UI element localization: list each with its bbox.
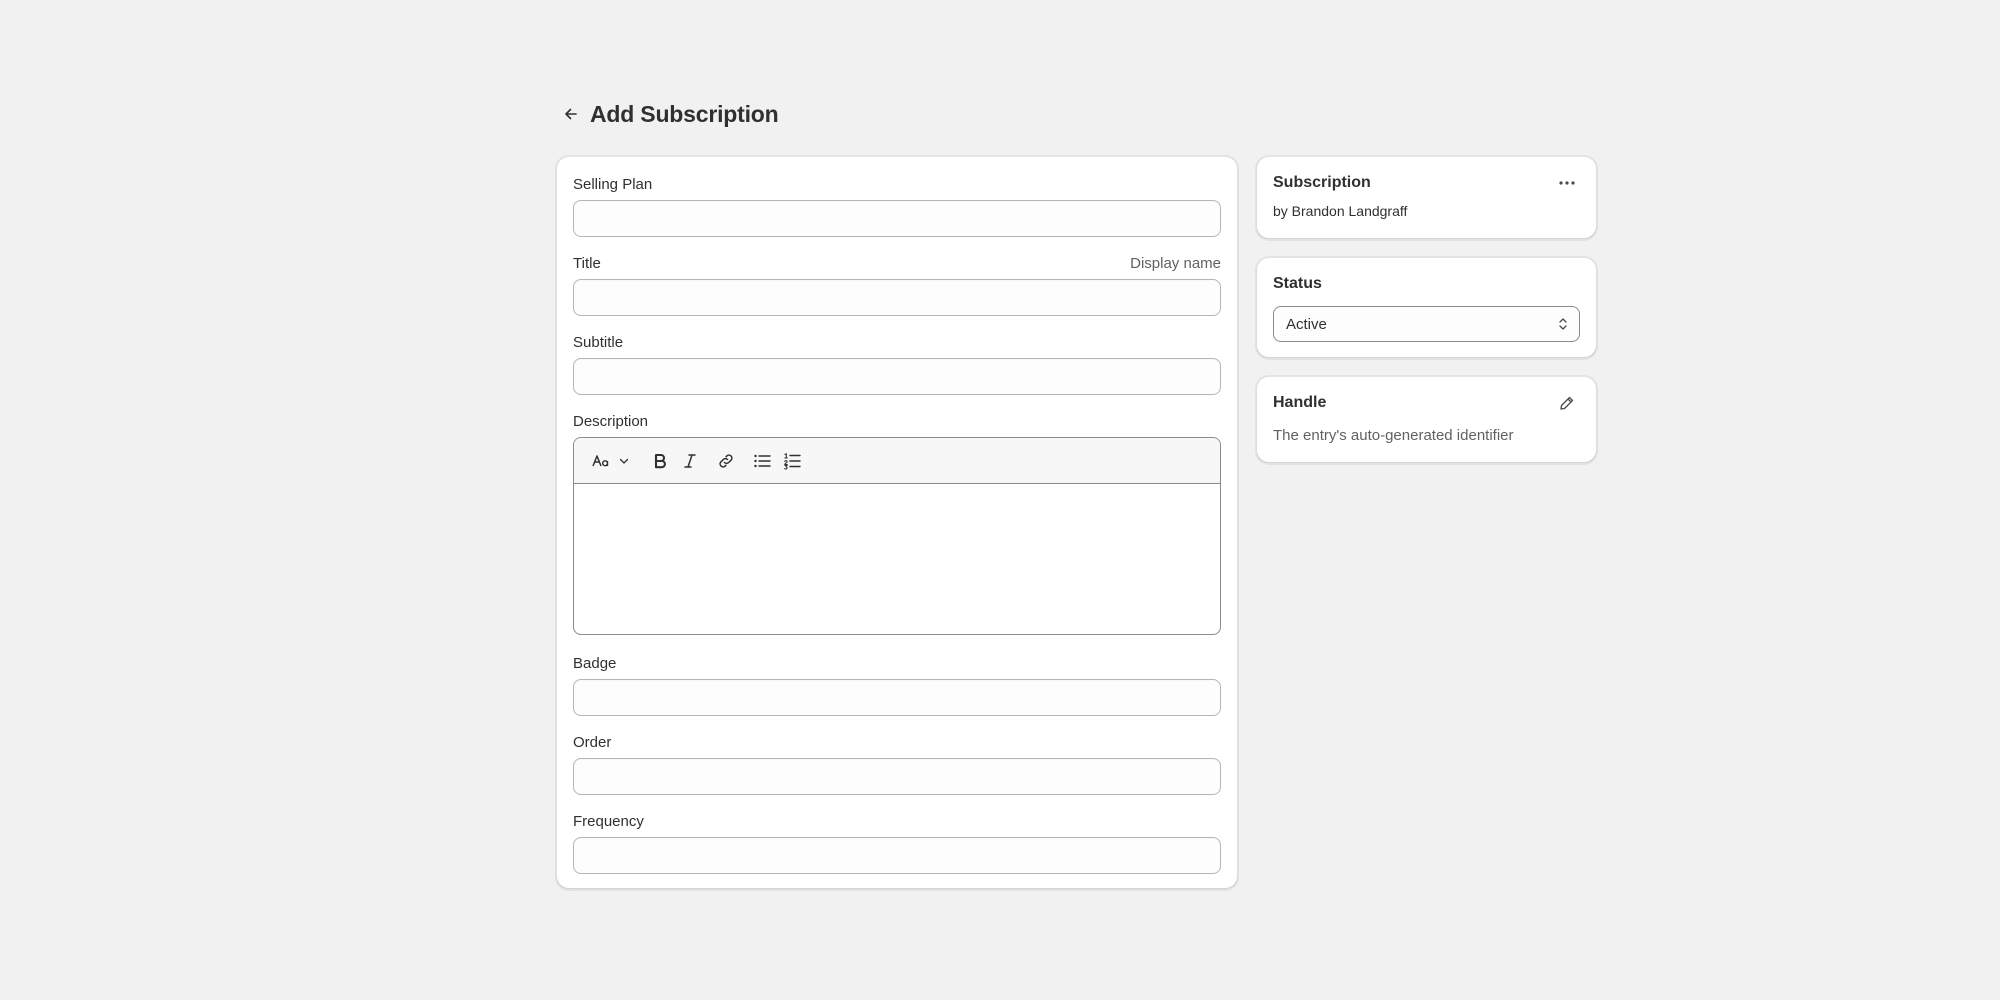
arrow-left-icon [565,108,577,120]
bullet-list-button[interactable] [748,446,776,476]
order-field: Order [573,732,1221,795]
definition-byline: by Brandon Landgraff [1273,203,1408,219]
italic-icon [684,453,696,468]
order-label: Order [573,733,612,751]
link-icon [719,453,733,468]
title-field: Title Display name [573,253,1221,316]
handle-card: Handle The entry's auto-generated identi… [1255,375,1598,464]
subtitle-label: Subtitle [573,333,624,351]
status-select[interactable]: Active [1273,306,1580,342]
selling-plan-input[interactable] [573,200,1221,237]
more-actions-button[interactable] [1554,170,1580,196]
badge-label: Badge [573,654,617,672]
description-editor-body[interactable] [574,484,1220,634]
status-selected-value: Active [1286,315,1327,333]
edit-handle-button[interactable] [1554,390,1580,416]
italic-button[interactable] [676,446,704,476]
title-hint: Display name [1130,254,1221,272]
handle-title: Handle [1273,394,1327,411]
status-card: Status Active [1255,256,1598,359]
title-label: Title [573,254,601,272]
numbered-list-icon [784,452,801,470]
subtitle-field: Subtitle [573,332,1221,395]
chevron-down-icon [619,458,629,464]
page-title: Add Subscription [590,100,779,127]
entry-form-card: Selling Plan Title Display name Subtitle… [555,155,1239,890]
definition-card: Subscription by Brandon Landgraff [1255,155,1598,240]
text-format-icon [592,454,609,466]
title-input[interactable] [573,279,1221,316]
bold-button[interactable] [646,446,674,476]
order-input[interactable] [573,758,1221,795]
subtitle-input[interactable] [573,358,1221,395]
frequency-input[interactable] [573,837,1221,874]
text-format-button[interactable] [588,446,634,476]
frequency-label: Frequency [573,812,644,830]
description-label: Description [573,412,649,430]
selling-plan-field: Selling Plan [573,174,1221,237]
pencil-icon [1560,396,1574,410]
badge-input[interactable] [573,679,1221,716]
link-button[interactable] [712,446,740,476]
definition-title: Subscription [1273,174,1371,191]
select-chevron-icon [1559,318,1567,330]
badge-field: Badge [573,653,1221,716]
description-editor [573,437,1221,635]
back-button[interactable] [555,98,587,130]
description-field: Description [573,411,1221,635]
bold-icon [654,453,666,468]
selling-plan-label: Selling Plan [573,175,653,193]
bullet-list-icon [754,454,771,467]
handle-description: The entry's auto-generated identifier [1273,427,1514,444]
numbered-list-button[interactable] [778,446,806,476]
status-title: Status [1273,275,1322,292]
frequency-field: Frequency [573,811,1221,874]
page-header: Add Subscription [555,96,779,132]
editor-toolbar [574,438,1220,484]
more-horizontal-icon [1559,181,1575,185]
